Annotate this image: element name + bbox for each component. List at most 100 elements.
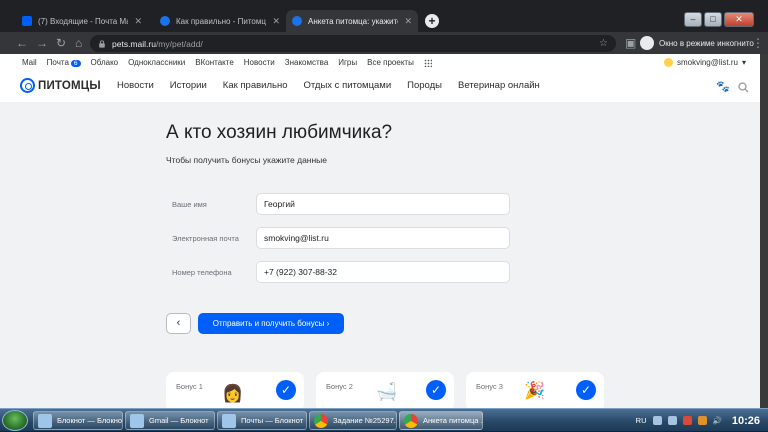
nav-how-to[interactable]: Как правильно: [223, 80, 288, 91]
browser-tab-pet-form[interactable]: Анкета питомца: укажите имя, в ✕: [286, 10, 418, 32]
home-icon[interactable]: ⌂: [75, 36, 82, 50]
chrome-icon: [404, 413, 418, 428]
menu-kebab-icon[interactable]: ⋮: [752, 36, 764, 50]
portal-link-games[interactable]: Игры: [338, 58, 357, 67]
portal-link-label: Почта: [46, 58, 69, 67]
user-menu[interactable]: smokving@list.ru ▾: [663, 58, 746, 67]
tray-app-icon[interactable]: [652, 416, 662, 425]
site-nav: Новости Истории Как правильно Отдых с пи…: [117, 80, 540, 91]
tray-flag-icon[interactable]: [682, 416, 692, 425]
portal-link-news[interactable]: Новости: [244, 58, 275, 67]
party-popper-icon: 🎉: [524, 381, 546, 400]
close-tab-icon[interactable]: ✕: [404, 16, 412, 27]
email-label: Электронная почта: [172, 233, 239, 243]
name-label: Ваше имя: [172, 199, 207, 209]
taskbar-item-label: Блокнот — Блокнот: [57, 416, 123, 425]
bathtub-icon: 🛁: [376, 382, 398, 401]
notepad-icon: [38, 413, 52, 428]
window-edge: [760, 54, 768, 408]
taskbar-item-notepad-1[interactable]: Блокнот — Блокнот: [33, 411, 123, 430]
tray-app-icon[interactable]: [667, 416, 677, 425]
system-tray: RU 🔊 10:26: [636, 409, 768, 432]
name-field[interactable]: Георгий: [256, 193, 510, 215]
girl-avatar-icon: 👩: [222, 384, 244, 403]
mail-count-badge: 6: [70, 60, 81, 67]
notepad-icon: [222, 413, 236, 428]
checkmark-icon: ✓: [576, 380, 596, 400]
maximize-window-button[interactable]: □: [704, 12, 722, 27]
close-tab-icon[interactable]: ✕: [134, 16, 142, 27]
url-host: pets.mail.ru: [112, 38, 156, 49]
apps-grid-icon[interactable]: [423, 58, 432, 67]
start-button[interactable]: [2, 410, 28, 431]
portal-link-cloud[interactable]: Облако: [91, 58, 119, 67]
chevron-down-icon: ▾: [741, 58, 746, 67]
lock-icon: [99, 39, 105, 48]
bonus-label: Бонус 3: [476, 382, 503, 391]
pets-favicon-icon: [160, 16, 170, 26]
language-indicator[interactable]: RU: [636, 416, 647, 425]
browser-tab-mail[interactable]: (7) Входящие - Почта Mail ✕: [16, 10, 148, 32]
nav-news[interactable]: Новости: [117, 80, 154, 91]
submit-button[interactable]: Отправить и получить бонусы ›: [198, 313, 344, 334]
nav-vet-online[interactable]: Ветеринар онлайн: [458, 80, 540, 91]
user-avatar-icon: [663, 58, 673, 67]
checkmark-icon: ✓: [426, 380, 446, 400]
checkmark-icon: ✓: [276, 380, 296, 400]
taskbar-item-label: Задание №25297...: [333, 416, 397, 425]
bonus-card[interactable]: Бонус 2 🛁 ✓: [316, 372, 454, 408]
tab-title: Анкета питомца: укажите имя, в: [308, 16, 398, 26]
nav-stories[interactable]: Истории: [170, 80, 207, 91]
page-title: А кто хозяин любимчика?: [166, 122, 393, 143]
email-field[interactable]: smokving@list.ru: [256, 227, 510, 249]
bonus-label: Бонус 1: [176, 382, 203, 391]
chrome-icon: [314, 413, 328, 428]
tray-app-icon[interactable]: [697, 416, 707, 425]
minimize-window-button[interactable]: –: [684, 12, 702, 27]
taskbar-item-chrome-2[interactable]: Анкета питомца ...: [399, 411, 483, 430]
taskbar-item-notepad-3[interactable]: Почты — Блокнот: [217, 411, 307, 430]
web-page: Mail Почта 6 Облако Одноклассники ВКонтак…: [0, 54, 768, 408]
incognito-icon: [640, 36, 654, 50]
address-bar[interactable]: pets.mail.ru /my/pet/add/ ☆: [90, 35, 616, 52]
bonus-card[interactable]: Бонус 3 🎉 ✓: [466, 372, 604, 408]
portal-link-dating[interactable]: Знакомства: [285, 58, 329, 67]
portal-link-mail[interactable]: Mail: [22, 58, 37, 67]
taskbar-item-chrome-1[interactable]: Задание №25297...: [309, 411, 397, 430]
close-window-button[interactable]: ✕: [724, 12, 754, 27]
browser-tab-strip: (7) Входящие - Почта Mail ✕ Как правильн…: [0, 0, 768, 32]
forward-arrow-icon[interactable]: →: [36, 36, 48, 50]
phone-label: Номер телефона: [172, 267, 232, 277]
taskbar-item-notepad-2[interactable]: Gmail — Блокнот: [125, 411, 215, 430]
portal-link-pochta[interactable]: Почта 6: [47, 58, 81, 67]
tab-title: Как правильно - Питомцы Mail: [176, 16, 266, 26]
taskbar-item-label: Почты — Блокнот: [241, 416, 304, 425]
volume-icon[interactable]: 🔊: [713, 416, 722, 425]
browser-tab-pets-howto[interactable]: Как правильно - Питомцы Mail ✕: [154, 10, 286, 32]
portal-link-all-projects[interactable]: Все проекты: [367, 58, 414, 67]
phone-field[interactable]: +7 (922) 307-88-32: [256, 261, 510, 283]
portal-link-vk[interactable]: ВКонтакте: [195, 58, 234, 67]
nav-travel[interactable]: Отдых с питомцами: [304, 80, 392, 91]
incognito-indicator[interactable]: Окно в режиме инкогнито: [640, 36, 754, 50]
windows-taskbar: Блокнот — Блокнот Gmail — Блокнот Почты …: [0, 408, 768, 431]
reading-mode-icon[interactable]: ▣: [625, 36, 636, 50]
close-tab-icon[interactable]: ✕: [272, 16, 280, 27]
logo-text: питомцы: [38, 79, 101, 92]
new-tab-button[interactable]: +: [425, 14, 439, 28]
search-icon[interactable]: [738, 82, 749, 93]
notepad-icon: [130, 413, 144, 428]
nav-breeds[interactable]: Породы: [407, 80, 442, 91]
pets-logo[interactable]: питомцы: [20, 78, 101, 93]
portal-link-ok[interactable]: Одноклассники: [128, 58, 185, 67]
back-arrow-icon[interactable]: ←: [16, 36, 28, 50]
bonus-card[interactable]: Бонус 1 👩 ✓: [166, 372, 304, 408]
paw-icon[interactable]: 🐾: [716, 80, 730, 93]
form-section: А кто хозяин любимчика? Чтобы получить б…: [0, 102, 768, 408]
page-subtitle: Чтобы получить бонусы укажите данные: [166, 155, 328, 165]
window-controls: – □ ✕: [684, 0, 768, 30]
back-button[interactable]: ‹: [166, 313, 191, 334]
clock[interactable]: 10:26: [732, 415, 760, 427]
reload-icon[interactable]: ↻: [56, 36, 66, 50]
bookmark-star-icon[interactable]: ☆: [599, 38, 608, 49]
